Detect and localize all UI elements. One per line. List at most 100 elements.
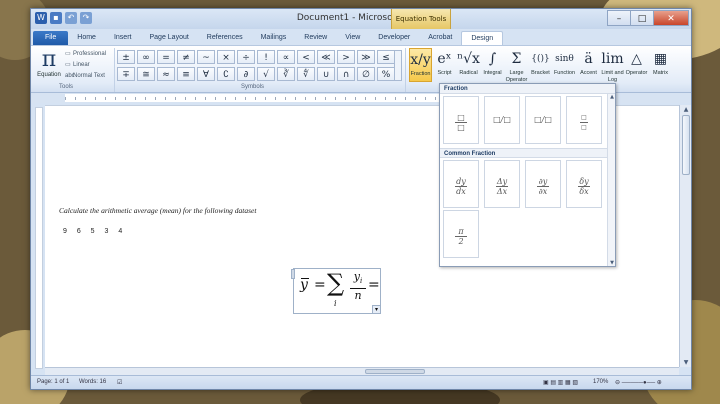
limit-and-log-button[interactable]: lim Limit and Log [601,48,624,84]
symbol-button[interactable]: ∝ [277,50,295,64]
normal-text-option[interactable]: abcNormal Text [65,71,106,82]
script-button[interactable]: eˣ Script [433,48,456,77]
common-fraction-option[interactable]: dy dx [443,160,479,208]
tab-review[interactable]: Review [295,31,336,45]
equation-options-dropdown[interactable]: ▾ [372,305,380,313]
bracket-button[interactable]: {()} Bracket [529,48,552,77]
minimize-button[interactable]: – [607,10,631,26]
fraction-stack: Δy Δx [496,177,508,196]
view-buttons[interactable]: ▣ ▤ ▥ ▦ ▧ [543,379,578,386]
scroll-down-icon[interactable]: ▼ [681,358,691,367]
bracket-label: Bracket [531,70,550,76]
symbol-button[interactable]: ∜ [297,67,315,81]
professional-icon: ▭ [65,51,71,57]
proofing-icon[interactable]: ☑ [117,379,122,386]
tab-design[interactable]: Design [461,31,504,45]
page-count[interactable]: Page: 1 of 1 [37,379,69,385]
integral-button[interactable]: ∫ Integral [481,48,504,77]
symbol-button[interactable]: ≈ [157,67,175,81]
equation-button[interactable]: π Equation [35,48,63,79]
fraction-stack: ∂y ∂x [537,177,549,196]
symbol-button[interactable]: > [337,50,355,64]
symbol-button[interactable]: = [157,50,175,64]
zoom-slider[interactable]: ⊖ ─────●── ⊕ [615,379,662,386]
symbol-button[interactable]: ∅ [357,67,375,81]
word-count[interactable]: Words: 16 [79,379,106,385]
common-fraction-icon: δy δx [567,177,601,196]
stacked-fraction-option[interactable]: □ □ [443,96,479,144]
tab-file[interactable]: File [33,31,69,45]
tab-acrobat[interactable]: Acrobat [419,31,461,45]
linear-fraction-option[interactable]: □/□ [525,96,561,144]
symbol-button[interactable]: × [217,50,235,64]
horizontal-scrollbar[interactable] [45,367,679,375]
fraction-button[interactable]: x/y Fraction [409,48,432,82]
symbol-button[interactable]: ∓ [117,67,135,81]
common-fraction-option[interactable]: π2 [443,210,479,258]
symbol-button[interactable]: ≤ [377,50,395,64]
common-fraction-option[interactable]: δy δx [566,160,602,208]
fraction-denominator: δx [579,187,589,196]
symbol-button[interactable]: < [297,50,315,64]
fraction-numerator: dy [456,177,466,186]
professional-option[interactable]: ▭ Professional [65,49,106,60]
vertical-scrollbar[interactable]: ▲ ▼ [679,105,691,367]
symbol-button[interactable]: % [377,67,395,81]
linear-icon: ▭ [65,62,71,68]
tab-developer[interactable]: Developer [369,31,419,45]
symbol-button[interactable]: ~ [197,50,215,64]
matrix-button[interactable]: ▦ Matrix [649,48,672,77]
scroll-thumb[interactable] [682,115,690,175]
scroll-up-icon[interactable]: ▲ [681,105,691,114]
symbol-button[interactable]: ∂ [237,67,255,81]
maximize-button[interactable]: □ [630,10,654,26]
symbol-button[interactable]: ! [257,50,275,64]
close-button[interactable]: ✕ [653,10,689,26]
accent-icon: ä [584,51,593,67]
symbol-button[interactable]: ∞ [137,50,155,64]
symbol-button[interactable]: ∀ [197,67,215,81]
symbol-button[interactable]: ± [117,50,135,64]
symbol-button[interactable]: ∪ [317,67,335,81]
symbol-button[interactable]: ∩ [337,67,355,81]
tab-home[interactable]: Home [68,31,105,45]
gallery-scroll-up-icon[interactable]: ▲ [608,94,616,100]
linear-option[interactable]: ▭ Linear [65,60,106,71]
symbol-button[interactable]: ≠ [177,50,195,64]
tab-mailings[interactable]: Mailings [252,31,296,45]
h-scroll-thumb[interactable] [365,369,425,374]
radical-button[interactable]: ⁿ√x Radical [457,48,480,77]
symbol-button[interactable]: ∛ [277,67,295,81]
symbol-button[interactable]: ÷ [237,50,255,64]
operator-label: Operator [625,70,648,76]
large-operator-button[interactable]: Σ Large Operator [505,48,528,84]
symbol-button[interactable]: ∁ [217,67,235,81]
symbol-button[interactable]: ≡ [177,67,195,81]
accent-label: Accent [580,70,597,76]
operator-icon: △ [631,51,642,67]
small-fraction-option[interactable]: □ □ [566,96,602,144]
zoom-level[interactable]: 170% [593,379,608,385]
symbol-button[interactable]: ≫ [357,50,375,64]
common-fraction-option[interactable]: ∂y ∂x [525,160,561,208]
tab-references[interactable]: References [198,31,252,45]
skewed-fraction-option[interactable]: □/□ [484,96,520,144]
equation-handle[interactable] [291,269,295,279]
symbols-scroll[interactable] [394,50,402,81]
symbol-button[interactable]: √ [257,67,275,81]
matrix-label: Matrix [653,70,668,76]
symbol-button[interactable]: ≪ [317,50,335,64]
bracket-icon: {()} [531,54,550,64]
gallery-scrollbar[interactable]: ▲ ▼ [607,94,615,266]
gallery-scroll-down-icon[interactable]: ▼ [608,260,616,266]
tab-view[interactable]: View [336,31,369,45]
function-button[interactable]: sinθ Function [553,48,576,77]
tab-page-layout[interactable]: Page Layout [140,31,197,45]
tab-insert[interactable]: Insert [105,31,141,45]
operator-button[interactable]: △ Operator [625,48,648,77]
accent-button[interactable]: ä Accent [577,48,600,77]
common-fraction-option[interactable]: Δy Δx [484,160,520,208]
symbol-button[interactable]: ≅ [137,67,155,81]
equation-box[interactable]: y = ∑ i yi n = ▾ [291,268,381,314]
script-label: Script [437,70,452,76]
